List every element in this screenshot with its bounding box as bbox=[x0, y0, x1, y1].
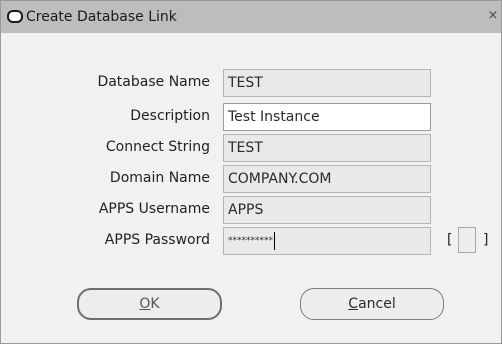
connect-string-field[interactable]: TEST bbox=[223, 134, 431, 162]
connect-string-row: Connect String TEST bbox=[1, 134, 501, 162]
domain-name-field[interactable]: COMPANY.COM bbox=[223, 165, 431, 193]
database-name-row: Database Name TEST bbox=[1, 69, 501, 97]
database-name-label: Database Name bbox=[97, 74, 210, 90]
apps-username-field[interactable]: APPS bbox=[223, 196, 431, 224]
dialog-title: Create Database Link bbox=[26, 9, 177, 25]
description-label: Description bbox=[130, 108, 210, 124]
title-bar[interactable]: Create Database Link × bbox=[1, 1, 501, 33]
text-caret bbox=[274, 231, 275, 250]
database-name-field[interactable]: TEST bbox=[223, 69, 431, 97]
password-mask: ********** bbox=[228, 236, 273, 246]
ok-mnemonic: O bbox=[139, 296, 151, 312]
apps-username-row: APPS Username APPS bbox=[1, 196, 501, 224]
close-icon[interactable]: × bbox=[487, 9, 499, 23]
checkbox-right-bracket: ] bbox=[483, 232, 489, 248]
apps-password-row: APPS Password ********** [ ] bbox=[1, 227, 501, 255]
apps-username-label: APPS Username bbox=[98, 201, 210, 217]
description-field[interactable]: Test Instance bbox=[223, 103, 431, 131]
cancel-button[interactable]: Cancel bbox=[300, 288, 444, 320]
domain-name-row: Domain Name COMPANY.COM bbox=[1, 165, 501, 193]
connect-string-label: Connect String bbox=[105, 139, 210, 155]
create-database-link-dialog: Create Database Link × Database Name TES… bbox=[0, 0, 502, 344]
cancel-label-rest: ancel bbox=[358, 296, 396, 312]
ok-label-rest: K bbox=[150, 296, 160, 312]
description-row: Description Test Instance bbox=[1, 103, 501, 131]
checkbox[interactable] bbox=[458, 227, 476, 253]
apps-password-field[interactable]: ********** bbox=[223, 227, 431, 255]
cancel-mnemonic: C bbox=[348, 296, 359, 312]
domain-name-label: Domain Name bbox=[109, 170, 210, 186]
checkbox-left-bracket: [ bbox=[447, 232, 453, 248]
apps-password-label: APPS Password bbox=[104, 232, 210, 248]
window-oval-icon bbox=[7, 10, 23, 23]
ok-button[interactable]: OK bbox=[77, 288, 222, 320]
